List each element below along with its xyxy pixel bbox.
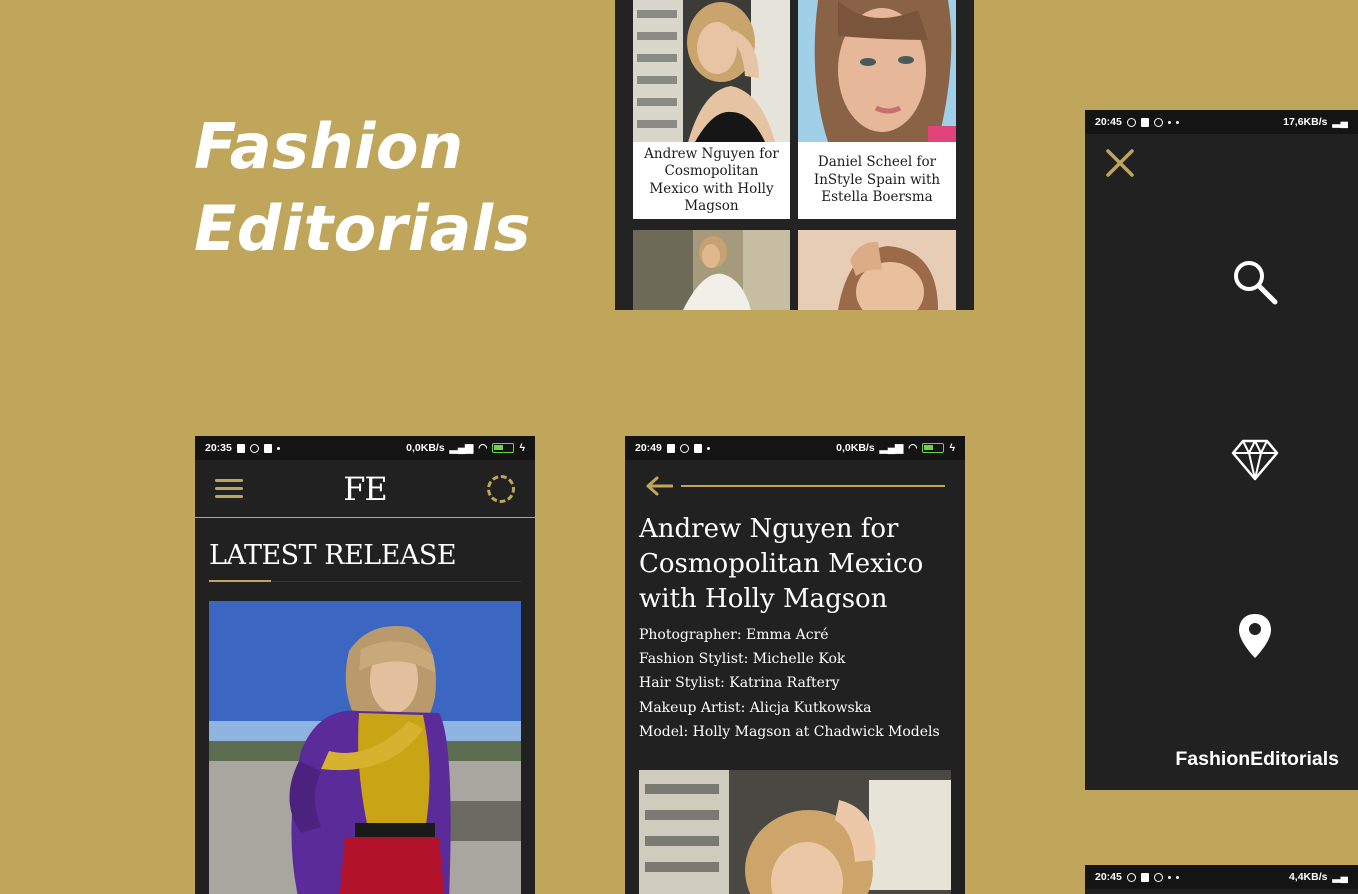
charging-icon: ϟ	[519, 442, 525, 454]
whatsapp-icon	[1126, 117, 1136, 127]
dot-icon	[1175, 875, 1179, 879]
article-credits: Photographer: Emma Acré Fashion Stylist:…	[625, 617, 965, 744]
battery-icon	[922, 443, 945, 453]
status-bar: 20:35 0,0KB/s ▂▄▆ ◠ ϟ	[195, 436, 535, 460]
dot-icon	[1167, 120, 1171, 124]
hero-title-line2: Editorials	[194, 192, 532, 265]
network-speed: 0,0KB/s	[406, 442, 445, 454]
gallery-caption-2[interactable]: Daniel Scheel for InStyle Spain with Est…	[798, 142, 956, 219]
search-icon[interactable]	[1231, 258, 1279, 306]
credit-fashion-stylist: Fashion Stylist: Michelle Kok	[639, 651, 846, 668]
loading-spinner-icon	[487, 474, 515, 503]
gallery-photo-2[interactable]	[798, 0, 956, 142]
home-screen: 20:35 0,0KB/s ▂▄▆ ◠ ϟ FE LATEST RELEASE	[195, 436, 535, 894]
wifi-icon: ◠	[908, 442, 918, 454]
credit-hair-stylist: Hair Stylist: Katrina Raftery	[639, 675, 840, 692]
article-title: Andrew Nguyen for Cosmopolitan Mexico wi…	[639, 514, 924, 614]
p-icon	[679, 443, 689, 453]
gallery-photo-1[interactable]	[633, 0, 790, 142]
dot-icon	[1175, 120, 1179, 124]
partial-screen: 20:45 4,4KB/s ▂▄	[1085, 865, 1358, 894]
gallery-caption-1[interactable]: Andrew Nguyen for Cosmopolitan Mexico wi…	[633, 142, 790, 219]
notification-icon	[1140, 872, 1149, 882]
latest-release-photo[interactable]	[209, 601, 521, 894]
p-icon	[249, 443, 259, 453]
article-screen: 20:49 0,0KB/s ▂▄▆ ◠ ϟ Andrew Nguyen for …	[625, 436, 965, 894]
lock-icon	[263, 443, 272, 453]
status-bar: 20:45 4,4KB/s ▂▄	[1085, 865, 1358, 889]
wifi-icon: ◠	[478, 442, 488, 454]
gallery-photo-3[interactable]	[633, 230, 790, 310]
dot-icon	[706, 446, 710, 450]
location-pin-icon[interactable]	[1231, 612, 1279, 660]
notification-icon	[236, 443, 245, 453]
network-speed: 0,0KB/s	[836, 442, 875, 454]
credit-model: Model: Holly Magson at Chadwick Models	[639, 723, 940, 740]
lock-icon	[693, 443, 702, 453]
section-title-text: LATEST RELEASE	[209, 540, 457, 571]
battery-icon	[492, 443, 515, 453]
status-bar: 20:45 17,6KB/s ▂▄	[1085, 110, 1358, 134]
hero-title-line1: Fashion	[194, 110, 464, 183]
dot-icon	[1167, 875, 1171, 879]
brand-name: FashionEditorials	[1175, 748, 1339, 770]
signal-icon: ▂▄▆	[879, 442, 904, 454]
signal-icon: ▂▄	[1332, 116, 1348, 128]
menu-screen: 20:45 17,6KB/s ▂▄ FashionEditorials	[1085, 110, 1358, 790]
network-speed: 17,6KB/s	[1283, 116, 1328, 128]
credit-photographer: Photographer: Emma Acré	[639, 627, 829, 643]
back-arrow-icon[interactable]	[645, 476, 673, 496]
app-logo[interactable]: FE	[343, 470, 388, 508]
p-icon	[1153, 872, 1163, 882]
app-header: FE	[195, 460, 535, 518]
hero-title: Fashion Editorials	[194, 106, 531, 270]
dot-icon	[276, 446, 280, 450]
status-time: 20:35	[205, 442, 232, 454]
signal-icon: ▂▄	[1332, 871, 1348, 883]
status-bar: 20:49 0,0KB/s ▂▄▆ ◠ ϟ	[625, 436, 965, 460]
gallery-photo-4[interactable]	[798, 230, 956, 310]
credit-makeup-artist: Makeup Artist: Alicja Kutkowska	[639, 699, 872, 716]
signal-icon: ▂▄▆	[449, 442, 474, 454]
whatsapp-icon	[1126, 872, 1136, 882]
network-speed: 4,4KB/s	[1288, 871, 1328, 883]
article-nav	[625, 460, 965, 512]
close-icon[interactable]	[1105, 148, 1135, 178]
section-title: LATEST RELEASE	[209, 540, 521, 582]
gallery-screen: Andrew Nguyen for Cosmopolitan Mexico wi…	[615, 0, 974, 310]
notification-icon	[1140, 117, 1149, 127]
nav-divider	[681, 485, 945, 487]
status-time: 20:49	[635, 442, 662, 454]
p-icon	[1153, 117, 1163, 127]
hamburger-menu-icon[interactable]	[215, 479, 243, 498]
charging-icon: ϟ	[949, 442, 955, 454]
section-title-underline	[209, 580, 271, 582]
status-time: 20:45	[1095, 116, 1122, 128]
diamond-icon[interactable]	[1231, 435, 1279, 483]
article-photo[interactable]	[639, 770, 951, 894]
notification-icon	[666, 443, 675, 453]
status-time: 20:45	[1095, 871, 1122, 883]
